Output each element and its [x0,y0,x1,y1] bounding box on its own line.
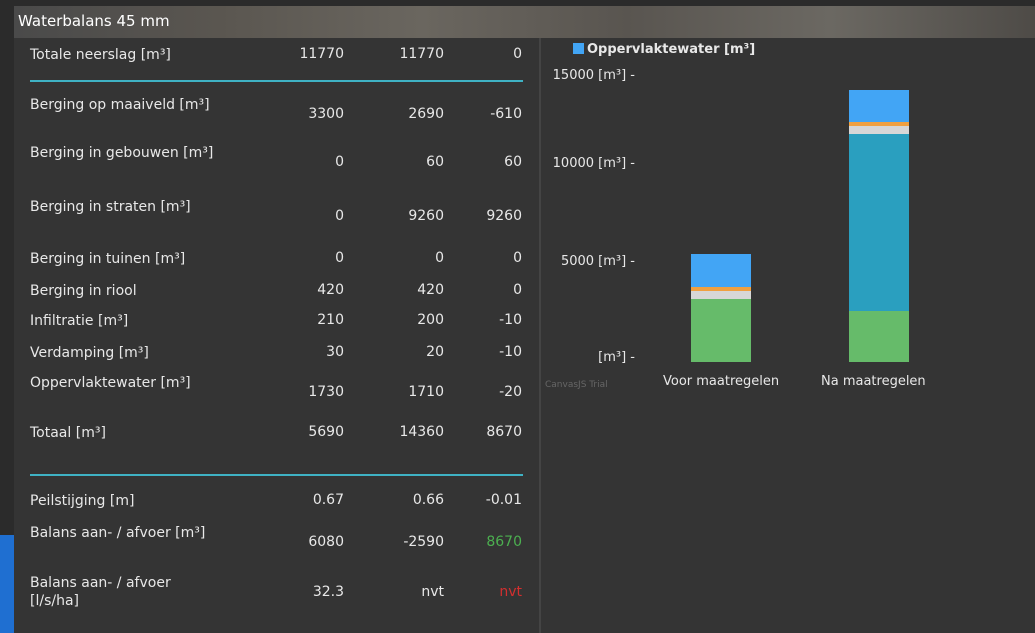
page-title: Waterbalans 45 mm [18,12,170,30]
row-value-2: 20 [426,344,444,360]
row-value-2: 1710 [408,384,444,400]
row-value-1: 0 [335,154,344,170]
row-value-1: 0 [335,250,344,266]
row-value-2: 420 [417,282,444,298]
row-value-3: -0.01 [485,492,522,508]
row-value-3: -10 [499,344,522,360]
row-value-3: 0 [513,250,522,266]
row-value-2: -2590 [403,534,444,550]
bar-segment [849,134,909,311]
row-value-1: 210 [317,312,344,328]
row-value-3: 0 [513,282,522,298]
row-value-3: -610 [490,106,522,122]
bar-segment [849,310,909,362]
row-value-3: 9260 [486,208,522,224]
section-separator [30,474,523,476]
section-separator [30,80,523,82]
waterbalance-panel: Totale neerslag [m³] 11770 11770 0 Berging o… [14,38,1035,633]
row-label: Totaal [m³] [30,425,106,441]
stacked-bar-chart: Oppervlaktewater [m³] 15000 [m³] - 10000 … [541,38,1035,418]
row-value-3: 8670 [486,534,522,550]
row-value-2: 11770 [399,46,444,62]
row-value-2: 0.66 [412,492,444,508]
bar-segment [691,291,751,300]
row-value-2: 2690 [408,106,444,122]
row-label: Infiltratie [m³] [30,313,129,329]
title-bar: Waterbalans 45 mm [14,6,1035,38]
legend-swatch [573,43,584,54]
row-value-1: 0 [335,208,344,224]
row-label: Balans aan- / afvoer [l/s/ha] [30,575,171,609]
x-category-label: Na maatregelen [821,374,926,389]
row-value-3: 8670 [486,424,522,440]
row-label: Peilstijging [m] [30,493,135,509]
row-label: Berging in straten [m³] [30,199,191,215]
row-value-2: 0 [435,250,444,266]
x-category-label: Voor maatregelen [663,374,780,389]
bar-segment [691,254,751,288]
row-value-1: 420 [317,282,344,298]
chart-watermark: CanvasJS Trial [545,380,608,390]
y-tick-label: 15000 [m³] - [552,68,635,83]
row-value-1: 32.3 [312,584,344,600]
row-value-3: 60 [504,154,522,170]
row-value-1: 3300 [308,106,344,122]
row-value-3: 0 [513,46,522,62]
row-value-2: 200 [417,312,444,328]
row-value-3: -20 [499,384,522,400]
bar-segment [849,126,909,135]
row-value-2: 9260 [408,208,444,224]
bar-segment [849,89,909,123]
y-tick-label: [m³] - [598,350,635,365]
row-label: Berging in tuinen [m³] [30,251,186,267]
row-value-2: nvt [421,584,444,600]
y-tick-label: 10000 [m³] - [552,156,635,171]
y-tick-label: 5000 [m³] - [560,254,635,269]
row-value-1: 11770 [299,46,344,62]
chart-legend: Oppervlaktewater [m³] [573,42,755,57]
row-label: Oppervlaktewater [m³] [30,375,191,391]
window-edge [0,535,14,633]
bar-segment [849,122,909,127]
row-label: Balans aan- / afvoer [m³] [30,525,206,541]
row-value-1: 6080 [308,534,344,550]
row-value-3: -10 [499,312,522,328]
row-label: Berging op maaiveld [m³] [30,97,210,113]
bar-segment [691,287,751,292]
row-value-1: 30 [326,344,344,360]
row-label: Berging in gebouwen [m³] [30,145,214,161]
row-value-2: 60 [426,154,444,170]
row-label: Totale neerslag [m³] [30,47,171,63]
row-value-3: nvt [499,584,522,600]
row-value-1: 0.67 [312,492,344,508]
row-label: Verdamping [m³] [30,345,149,361]
row-value-2: 14360 [399,424,444,440]
row-label: Berging in riool [30,283,137,299]
row-value-1: 5690 [308,424,344,440]
bar-segment [691,299,751,362]
row-value-1: 1730 [308,384,344,400]
legend-label: Oppervlaktewater [m³] [587,42,756,57]
